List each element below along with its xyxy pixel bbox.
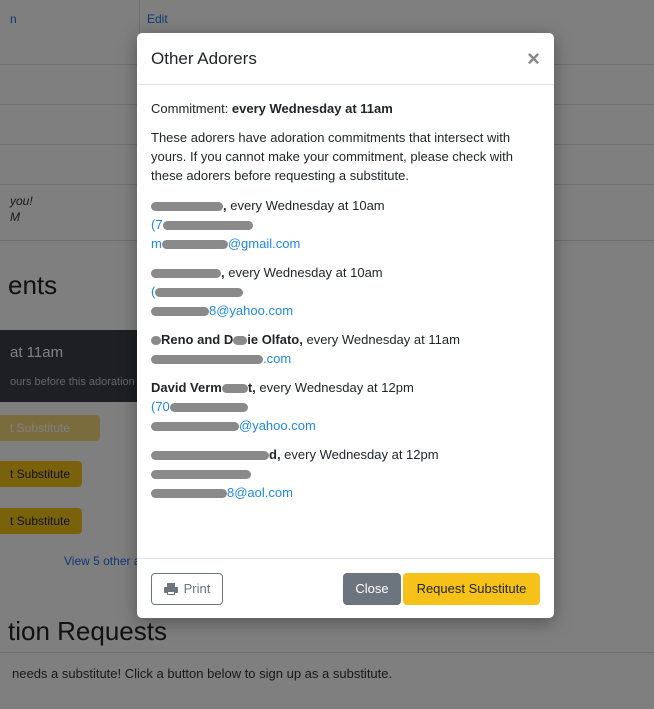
adorer-schedule: every Wednesday at 10am	[226, 198, 385, 213]
modal-body: Commitment: every Wednesday at 11am Thes…	[137, 85, 554, 502]
commitment-label: Commitment:	[151, 101, 232, 116]
adorer-name: Reno and D	[161, 332, 234, 347]
modal-header: Other Adorers ×	[137, 33, 554, 85]
other-adorers-modal: Other Adorers × Commitment: every Wednes…	[137, 33, 554, 618]
redacted-phone	[155, 288, 244, 298]
printer-icon	[163, 582, 178, 595]
redacted-phone	[169, 403, 248, 413]
adorer-email-link[interactable]: 8@aol.com	[151, 483, 540, 502]
redacted-name	[151, 269, 221, 279]
adorer-entry: Reno and Die Olfato, every Wednesday at …	[151, 330, 540, 368]
adorer-schedule: every Wednesday at 12pm	[280, 447, 439, 462]
redacted-name	[151, 451, 269, 461]
redacted-name	[233, 336, 248, 346]
modal-title: Other Adorers	[151, 48, 257, 68]
redacted-name	[151, 336, 161, 346]
modal-footer: Print Close Request Substitute	[137, 558, 554, 618]
print-label: Print	[183, 581, 211, 596]
adorer-entry: d, every Wednesday at 12pm 8@aol.com	[151, 445, 540, 502]
intro-text: These adorers have adoration commitments…	[151, 130, 513, 183]
adorer-entry: , every Wednesday at 10am ( 8@yahoo.com	[151, 263, 540, 320]
redacted-name	[221, 384, 248, 394]
adorer-schedule: every Wednesday at 11am	[302, 332, 460, 347]
adorer-email-link[interactable]: .com	[151, 349, 540, 368]
redacted-email	[151, 307, 209, 317]
close-button[interactable]: Close	[343, 572, 401, 605]
adorer-phone-link[interactable]: (70	[151, 397, 540, 416]
adorer-phone-link[interactable]: (	[151, 282, 540, 301]
redacted-phone	[151, 470, 251, 480]
redacted-phone	[162, 221, 253, 231]
adorer-phone-link[interactable]: (7	[151, 215, 540, 234]
adorer-phone-link[interactable]	[151, 464, 540, 483]
redacted-email	[151, 489, 227, 499]
commitment-value: every Wednesday at 11am	[231, 101, 393, 116]
adorer-schedule: every Wednesday at 10am	[224, 265, 383, 280]
redacted-email	[161, 240, 228, 250]
redacted-email	[151, 355, 263, 365]
adorer-email-link[interactable]: m @gmail.com	[151, 234, 540, 253]
adorer-name: David Verm	[151, 380, 222, 395]
adorer-email-link[interactable]: 8@yahoo.com	[151, 301, 540, 320]
adorer-name: d,	[269, 447, 281, 462]
adorer-entry: David Verm t, every Wednesday at 12pm (70…	[151, 378, 540, 435]
adorer-email-link[interactable]: @yahoo.com	[151, 416, 540, 435]
request-substitute-button[interactable]: Request Substitute	[403, 572, 540, 605]
adorer-schedule: every Wednesday at 12pm	[255, 380, 414, 395]
redacted-name	[151, 202, 223, 212]
close-icon[interactable]: ×	[527, 47, 540, 70]
commitment-line: Commitment: every Wednesday at 11am	[151, 99, 540, 118]
adorer-entry: , every Wednesday at 10am (7 m @gmail.com	[151, 196, 540, 253]
print-button[interactable]: Print	[151, 572, 223, 605]
redacted-email	[151, 422, 239, 432]
